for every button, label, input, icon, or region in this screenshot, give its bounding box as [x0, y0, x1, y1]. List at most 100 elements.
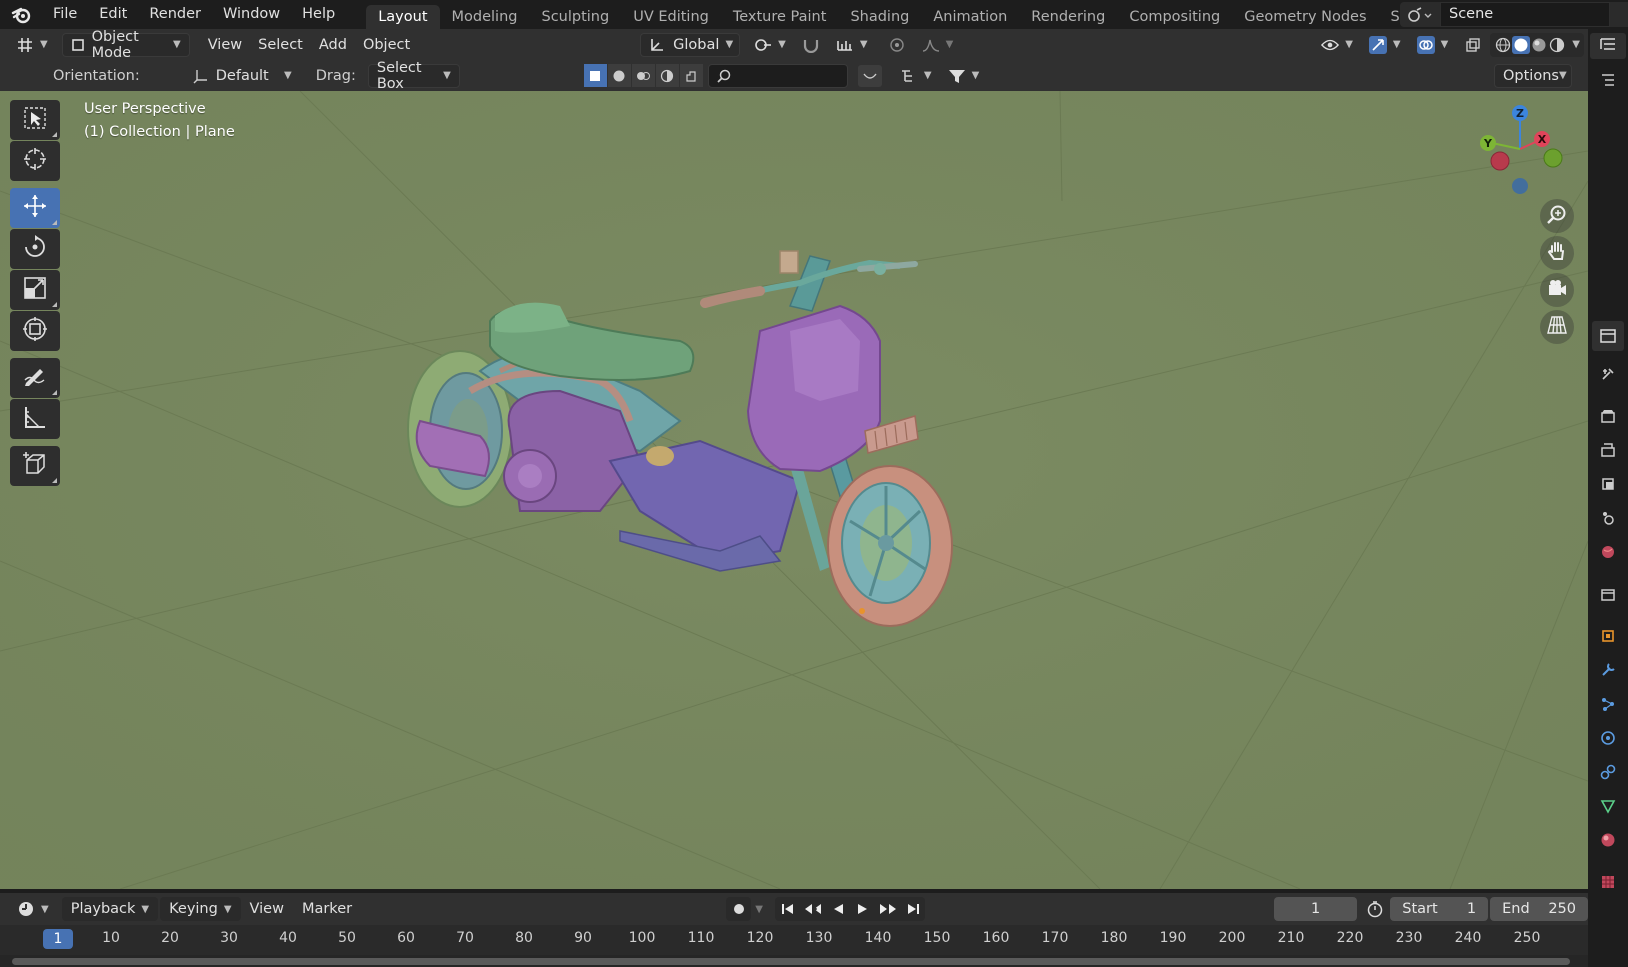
tab-modeling[interactable]: Modeling — [440, 5, 530, 29]
3d-viewport[interactable]: User Perspective (1) Collection | Plane … — [0, 91, 1588, 889]
menu-window[interactable]: Window — [212, 0, 291, 29]
menu-add[interactable]: Add — [311, 33, 355, 57]
scene-new-button[interactable] — [1610, 2, 1628, 27]
tab-compositing[interactable]: Compositing — [1117, 5, 1232, 29]
menu-select[interactable]: Select — [250, 33, 311, 57]
preview-range-toggle[interactable] — [1363, 897, 1386, 921]
tab-uv-editing[interactable]: UV Editing — [621, 5, 721, 29]
rendered-shading-icon[interactable] — [1548, 36, 1566, 54]
material-preview-icon[interactable] — [1530, 36, 1548, 54]
properties-editor-button[interactable] — [1592, 321, 1624, 351]
timeline-editor-type-button[interactable]: ▼ — [8, 900, 58, 918]
tab-texture-paint[interactable]: Texture Paint — [721, 5, 839, 29]
camera-view-button[interactable] — [1540, 273, 1574, 307]
shading-options-icon[interactable]: ▼ — [1572, 39, 1580, 50]
keying-options-icon[interactable]: ▼ — [751, 897, 767, 921]
outliner-display-button[interactable]: ▼ — [892, 64, 940, 88]
outliner-filter-icon[interactable] — [1592, 65, 1624, 95]
scale-tool[interactable] — [10, 270, 60, 310]
collection-properties-tab[interactable] — [1592, 579, 1624, 609]
outliner-editor-button[interactable] — [1590, 33, 1626, 59]
timeline-scroll-thumb[interactable] — [12, 958, 1570, 965]
menu-object[interactable]: Object — [355, 33, 418, 57]
keying-menu[interactable]: Keying ▼ — [160, 897, 241, 921]
neg-y-axis-handle[interactable] — [1543, 148, 1563, 168]
menu-edit[interactable]: Edit — [88, 0, 138, 29]
scene-name-field[interactable]: Scene — [1440, 2, 1610, 27]
select-intersect-icon[interactable] — [679, 64, 703, 87]
measure-tool[interactable] — [10, 399, 60, 439]
timeline-marker-menu[interactable]: Marker — [293, 901, 361, 917]
output-properties-tab[interactable] — [1592, 435, 1624, 465]
select-subtract-icon[interactable] — [631, 64, 655, 87]
snap-target-button[interactable]: ▼ — [828, 33, 876, 57]
tab-shading[interactable]: Shading — [838, 5, 921, 29]
move-tool[interactable] — [10, 188, 60, 228]
modifier-properties-tab[interactable] — [1592, 655, 1624, 685]
cursor-tool[interactable] — [10, 141, 60, 181]
editor-type-button[interactable]: ▼ — [8, 33, 56, 57]
add-cube-tool[interactable] — [10, 446, 60, 486]
data-properties-tab[interactable] — [1592, 791, 1624, 821]
annotate-tool[interactable] — [10, 358, 60, 398]
menu-file[interactable]: File — [42, 0, 88, 29]
restrict-toggle-icon[interactable] — [857, 64, 882, 87]
physics-properties-tab[interactable] — [1592, 723, 1624, 753]
tab-layout[interactable]: Layout — [366, 5, 440, 29]
timeline-view-menu[interactable]: View — [241, 901, 293, 917]
end-frame-field[interactable]: End 250 — [1490, 897, 1589, 921]
select-box-tool[interactable] — [10, 100, 60, 140]
jump-to-keyframe-next-icon[interactable] — [875, 897, 900, 921]
mode-dropdown[interactable]: Object Mode ▼ — [61, 29, 190, 61]
neg-x-axis-handle[interactable] — [1490, 151, 1510, 171]
render-properties-tab[interactable] — [1592, 401, 1624, 431]
navigation-gizmo[interactable]: Z X Y — [1470, 101, 1570, 201]
texture-properties-tab[interactable] — [1592, 867, 1624, 897]
menu-render[interactable]: Render — [138, 0, 212, 29]
proportional-falloff-button[interactable]: ▼ — [914, 33, 962, 57]
current-frame-indicator[interactable]: 1 — [43, 929, 73, 949]
playback-menu[interactable]: Playback ▼ — [61, 897, 159, 921]
select-set-icon[interactable] — [583, 64, 607, 87]
jump-to-start-icon[interactable] — [775, 897, 800, 921]
proportional-edit-toggle[interactable] — [880, 33, 914, 57]
pan-button[interactable] — [1540, 236, 1574, 270]
tab-sculpting[interactable]: Sculpting — [529, 5, 621, 29]
solid-shading-icon[interactable] — [1512, 35, 1531, 54]
current-frame-field[interactable]: 1 — [1274, 897, 1358, 921]
scene-browse-icon[interactable] — [1400, 2, 1440, 27]
tab-rendering[interactable]: Rendering — [1019, 5, 1117, 29]
transform-orientation-dropdown[interactable]: Global ▼ — [640, 32, 741, 57]
xray-toggle[interactable] — [1456, 33, 1490, 57]
material-properties-tab[interactable] — [1592, 825, 1624, 855]
timeline-ruler[interactable]: 1 10 20 30 40 50 60 70 80 90 100 110 120… — [0, 925, 1588, 955]
tab-geometry-nodes[interactable]: Geometry Nodes — [1232, 5, 1378, 29]
overlays-toggle[interactable]: ▼ — [1409, 33, 1457, 57]
neg-z-axis-handle[interactable] — [1512, 178, 1528, 194]
zoom-button[interactable] — [1540, 199, 1574, 233]
rotate-tool[interactable] — [10, 229, 60, 269]
snap-toggle[interactable] — [794, 33, 828, 57]
tab-animation[interactable]: Animation — [921, 5, 1019, 29]
options-dropdown[interactable]: Options ▼ — [1494, 63, 1572, 88]
start-frame-field[interactable]: Start 1 — [1390, 897, 1489, 921]
wireframe-shading-icon[interactable] — [1494, 36, 1512, 54]
object-properties-tab[interactable] — [1592, 621, 1624, 651]
menu-view[interactable]: View — [200, 33, 250, 57]
blender-logo-icon[interactable] — [10, 4, 34, 26]
menu-help[interactable]: Help — [291, 0, 346, 29]
transform-tool[interactable] — [10, 311, 60, 351]
pivot-point-button[interactable]: ▼ — [746, 33, 794, 57]
jump-to-end-icon[interactable] — [900, 897, 925, 921]
perspective-toggle-button[interactable] — [1540, 310, 1574, 344]
jump-to-keyframe-prev-icon[interactable] — [800, 897, 825, 921]
gizmo-toggle[interactable]: ▼ — [1361, 33, 1409, 57]
visibility-button[interactable]: ▼ — [1313, 33, 1361, 57]
drag-dropdown[interactable]: Select Box ▼ — [367, 60, 460, 92]
play-reverse-icon[interactable] — [825, 897, 850, 921]
timeline-scrollbar[interactable] — [0, 955, 1588, 967]
world-properties-tab[interactable] — [1592, 537, 1624, 567]
orientation-dropdown[interactable]: Default ▼ — [184, 64, 300, 88]
constraints-properties-tab[interactable] — [1592, 757, 1624, 787]
tool-properties-tab[interactable] — [1592, 359, 1624, 389]
